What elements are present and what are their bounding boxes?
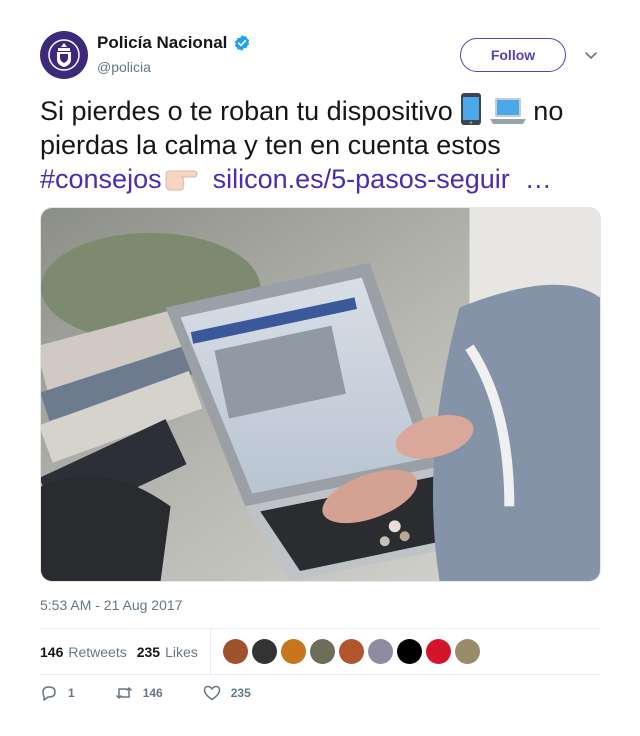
retweet-icon (115, 686, 132, 700)
like-button[interactable]: 235 (203, 684, 251, 702)
url-link[interactable]: silicon.es/5-pasos-seguir (213, 164, 510, 194)
liker-avatar[interactable] (338, 639, 364, 664)
liker-avatar[interactable] (309, 639, 335, 664)
like-count: 235 (230, 686, 251, 700)
follow-button[interactable]: Follow (460, 38, 566, 72)
chevron-down-icon[interactable] (584, 48, 598, 62)
liker-avatar[interactable] (222, 639, 248, 664)
retweets-count: 146 (40, 643, 64, 660)
tweet-photo[interactable] (40, 207, 601, 582)
verified-badge-icon (233, 34, 251, 52)
laptop-emoji (489, 97, 526, 125)
avatar[interactable] (40, 31, 88, 79)
liker-avatar[interactable] (251, 639, 277, 664)
retweet-button[interactable]: 146 (115, 684, 163, 702)
hashtag-link[interactable]: #consejos (40, 164, 162, 194)
tweet-actions: 1 146 235 (40, 684, 291, 702)
liker-avatar[interactable] (396, 639, 422, 664)
liker-avatar[interactable] (367, 639, 393, 664)
likes-label: Likes (165, 643, 198, 660)
mobile-phone-emoji (460, 93, 482, 125)
pointing-right-hand-emoji (162, 167, 198, 193)
divider (209, 629, 211, 674)
author-name-row[interactable]: Policía Nacional (97, 33, 251, 53)
likes-count: 235 (136, 643, 161, 660)
tweet-text-part1: Si pierdes o te roban tu dispositivo (40, 96, 453, 126)
likes-stat[interactable]: 235 Likes (137, 644, 198, 660)
police-badge-icon (48, 39, 80, 71)
account-handle[interactable]: @policia (97, 59, 151, 75)
display-name[interactable]: Policía Nacional (97, 33, 227, 53)
liker-avatar[interactable] (280, 639, 306, 664)
tweet-stats: 146 Retweets 235 Likes (40, 629, 480, 674)
reply-button[interactable]: 1 (40, 684, 75, 702)
reply-icon (42, 686, 56, 701)
liker-avatar[interactable] (454, 639, 480, 664)
reply-count: 1 (68, 686, 75, 700)
liker-avatar[interactable] (425, 639, 451, 664)
divider (40, 674, 600, 675)
heart-icon (203, 685, 220, 701)
retweets-stat[interactable]: 146 Retweets (40, 644, 127, 660)
ellipsis-link[interactable]: … (525, 164, 552, 194)
likers-avatars (222, 639, 480, 664)
tweet-timestamp[interactable]: 5:53 AM - 21 Aug 2017 (40, 597, 182, 613)
retweet-count: 146 (142, 686, 163, 700)
retweets-label: Retweets (68, 643, 127, 660)
laptop-photo (41, 208, 600, 581)
tweet-text: Si pierdes o te roban tu dispositivo no … (40, 93, 600, 196)
